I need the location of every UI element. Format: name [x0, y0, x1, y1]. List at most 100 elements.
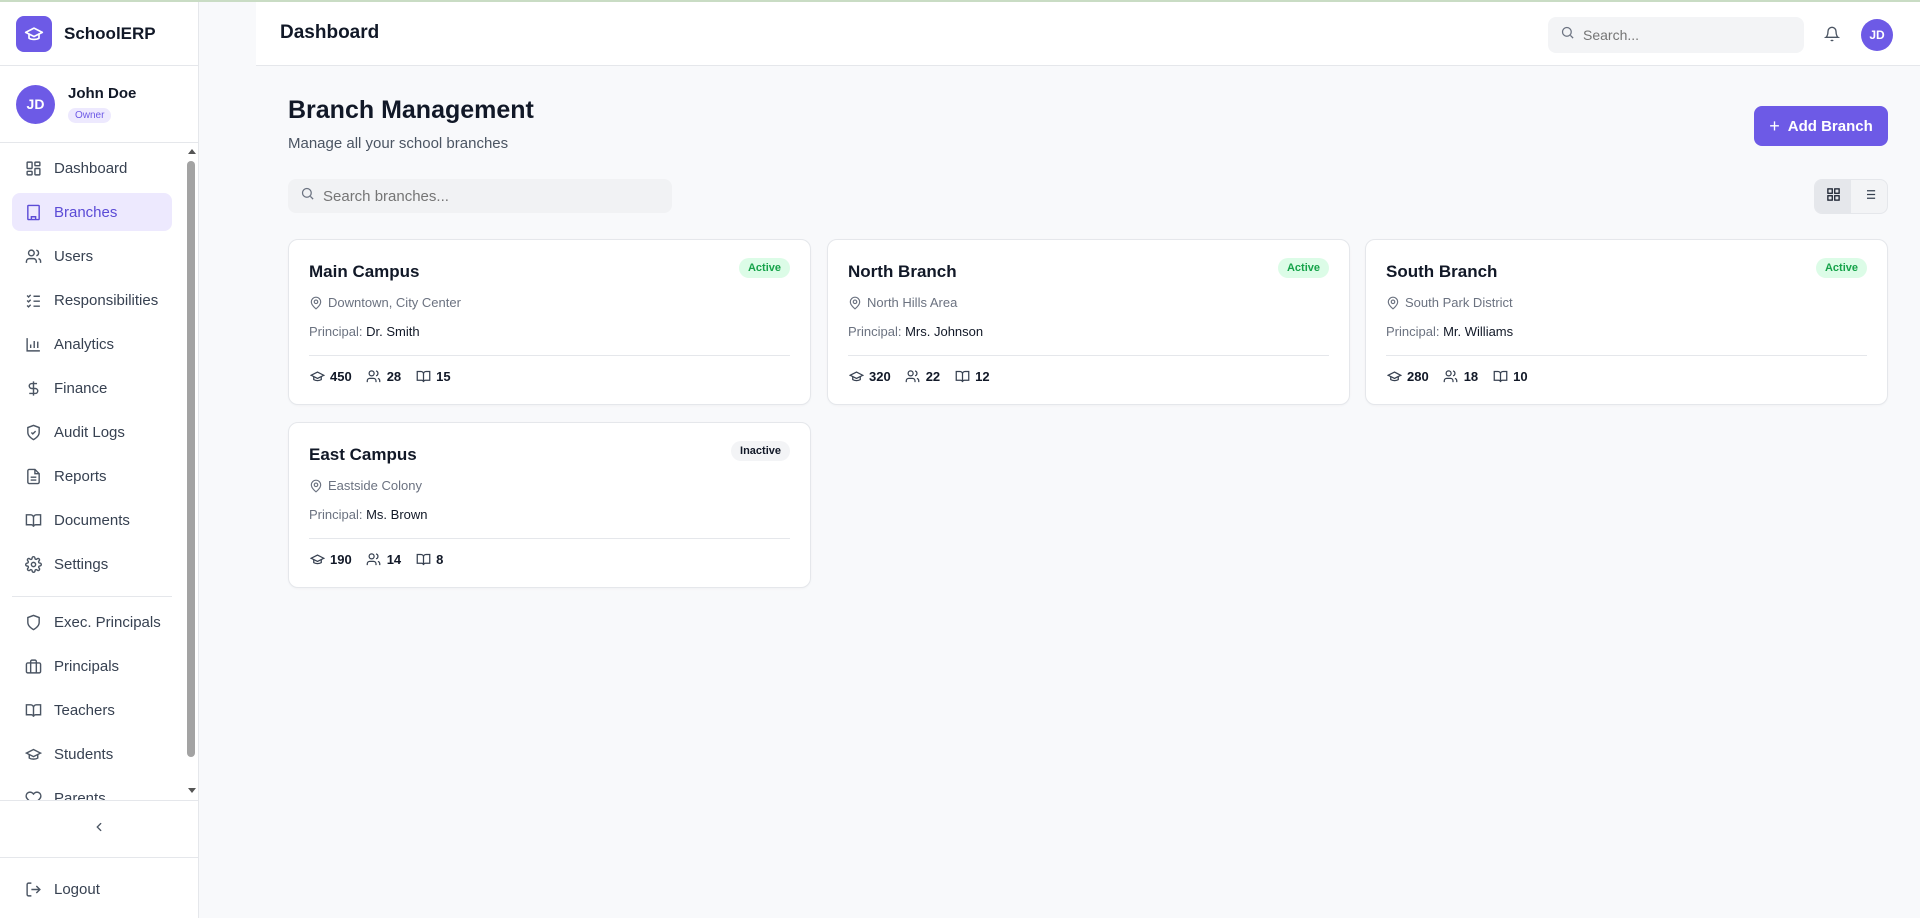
teacher-count: 14 [386, 551, 402, 567]
sidebar-nav: Dashboard Branches Users Responsibilitie… [0, 145, 186, 800]
branch-name: East Campus [309, 445, 417, 464]
branch-name: South Branch [1386, 262, 1498, 281]
header-title: Dashboard [280, 22, 380, 43]
search-icon [1560, 25, 1575, 45]
scroll-thumb[interactable] [187, 161, 195, 757]
brand[interactable]: SchoolERP [0, 2, 198, 66]
bell-icon[interactable] [1822, 24, 1842, 44]
sidebar-item-dashboard[interactable]: Dashboard [12, 149, 172, 187]
branch-location: Downtown, City Center [328, 295, 461, 310]
book-open-icon [1492, 368, 1508, 384]
sidebar-item-teachers[interactable]: Teachers [12, 691, 172, 729]
class-count: 15 [436, 368, 451, 384]
app-name: SchoolERP [64, 23, 156, 43]
sidebar: SchoolERP JD John Doe Owner Dashboard Br… [0, 2, 199, 918]
avatar[interactable]: JD [1861, 19, 1893, 51]
sidebar-item-documents[interactable]: Documents [12, 501, 172, 539]
principal-prefix: Principal: [309, 324, 363, 339]
add-branch-button[interactable]: + Add Branch [1754, 106, 1888, 146]
user-profile[interactable]: JD John Doe Owner [0, 66, 198, 143]
branch-location: North Hills Area [867, 295, 958, 310]
student-count: 280 [1407, 368, 1429, 384]
branch-location: Eastside Colony [328, 478, 422, 493]
principal-prefix: Principal: [848, 324, 902, 339]
branch-search[interactable] [288, 179, 672, 213]
users-icon [366, 551, 382, 567]
user-name: John Doe [68, 85, 137, 102]
dollar-icon [24, 379, 42, 397]
sidebar-item-reports[interactable]: Reports [12, 457, 172, 495]
sidebar-item-label: Reports [54, 467, 107, 485]
sidebar-item-label: Teachers [54, 701, 115, 719]
graduation-cap-icon [309, 551, 325, 567]
scroll-down-arrow[interactable] [188, 788, 196, 793]
graduation-cap-icon [1386, 368, 1402, 384]
grid-view-button[interactable] [1815, 180, 1851, 213]
top-header: Dashboard JD [256, 2, 1920, 66]
sidebar-item-principals[interactable]: Principals [12, 647, 172, 685]
sidebar-item-branches[interactable]: Branches [12, 193, 172, 231]
list-check-icon [24, 291, 42, 309]
sidebar-item-label: Analytics [54, 335, 115, 353]
sidebar-item-settings[interactable]: Settings [12, 545, 172, 583]
branch-search-input[interactable] [323, 187, 643, 205]
class-count: 12 [975, 368, 990, 384]
branch-card[interactable]: Main Campus Active Downtown, City Center… [288, 239, 811, 405]
sidebar-scrollbar[interactable] [186, 145, 198, 800]
status-badge: Active [1815, 258, 1867, 278]
card-divider [309, 355, 790, 356]
scroll-up-arrow[interactable] [188, 149, 196, 154]
users-icon [366, 368, 382, 384]
principal-name: Mrs. Johnson [905, 324, 984, 339]
heart-icon [24, 789, 42, 800]
plus-icon: + [1769, 115, 1780, 136]
sidebar-item-responsibilities[interactable]: Responsibilities [12, 281, 172, 319]
card-divider [1386, 355, 1867, 356]
page-subtitle: Manage all your school branches [288, 135, 509, 152]
briefcase-icon [24, 657, 42, 675]
sidebar-item-label: Responsibilities [54, 291, 159, 309]
card-divider [309, 538, 790, 539]
principal-name: Dr. Smith [366, 324, 420, 339]
sidebar-item-parents[interactable]: Parents [12, 779, 172, 800]
sidebar-item-label: Principals [54, 657, 120, 675]
status-badge: Active [1277, 258, 1329, 278]
book-open-icon [954, 368, 970, 384]
sidebar-item-exec-principals[interactable]: Exec. Principals [12, 603, 172, 641]
book-open-icon [415, 551, 431, 567]
logout-button[interactable]: Logout [12, 870, 172, 908]
class-count: 8 [436, 551, 444, 567]
sidebar-item-label: Parents [54, 789, 106, 801]
sidebar-item-label: Branches [54, 203, 118, 221]
sidebar-item-finance[interactable]: Finance [12, 369, 172, 407]
branch-card[interactable]: East Campus Inactive Eastside Colony Pri… [288, 422, 811, 588]
global-search-input[interactable] [1583, 27, 1783, 43]
gear-icon [24, 555, 42, 573]
graduation-cap-icon [309, 368, 325, 384]
view-toggle [1814, 179, 1888, 214]
branch-card[interactable]: South Branch Active South Park District … [1365, 239, 1888, 405]
branch-name: Main Campus [309, 262, 420, 281]
student-count: 320 [869, 368, 891, 384]
global-search[interactable] [1548, 17, 1804, 53]
sidebar-item-analytics[interactable]: Analytics [12, 325, 172, 363]
branch-card[interactable]: North Branch Active North Hills Area Pri… [827, 239, 1350, 405]
sidebar-item-label: Users [54, 247, 94, 265]
chevron-left-icon [92, 820, 106, 839]
branch-location: South Park District [1405, 295, 1513, 310]
map-pin-icon [848, 296, 862, 310]
book-open-icon [24, 701, 42, 719]
sidebar-item-audit-logs[interactable]: Audit Logs [12, 413, 172, 451]
class-count: 10 [1513, 368, 1528, 384]
student-count: 450 [330, 368, 352, 384]
sidebar-item-label: Documents [54, 511, 130, 529]
collapse-sidebar-button[interactable] [0, 800, 198, 858]
card-divider [848, 355, 1329, 356]
principal-prefix: Principal: [309, 507, 363, 522]
sidebar-item-users[interactable]: Users [12, 237, 172, 275]
sidebar-item-label: Exec. Principals [54, 613, 161, 631]
grid-icon [24, 159, 42, 177]
sidebar-item-students[interactable]: Students [12, 735, 172, 773]
file-text-icon [24, 467, 42, 485]
list-view-button[interactable] [1851, 180, 1887, 213]
